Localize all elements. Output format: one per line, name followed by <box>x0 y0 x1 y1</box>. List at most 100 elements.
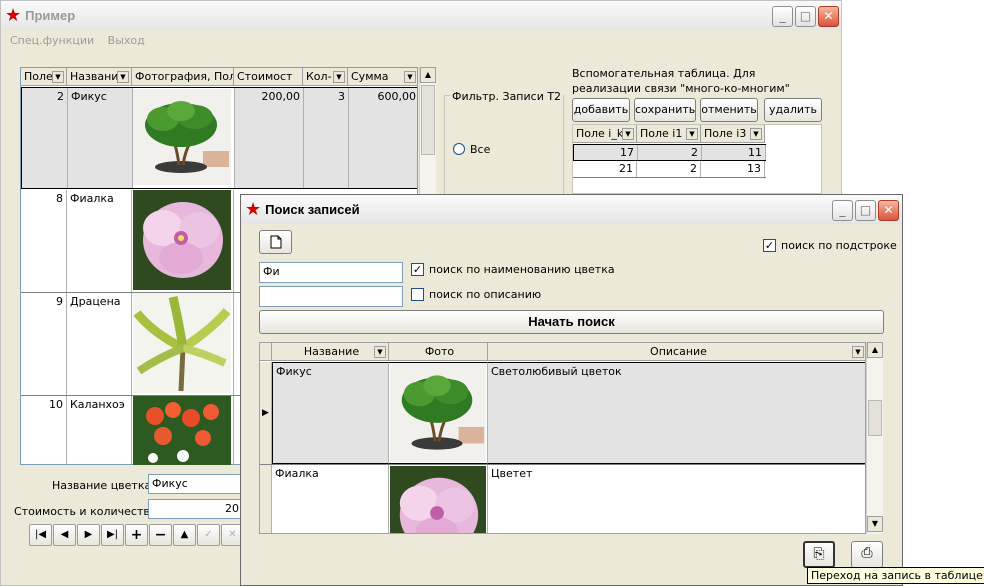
dialog-maximize-button[interactable]: □ <box>855 200 876 221</box>
search-desc-input[interactable] <box>259 286 403 307</box>
table-row[interactable]: Фиалка Цветет <box>260 465 865 533</box>
substring-label: поиск по подстроке <box>781 239 897 252</box>
results-scroll-thumb[interactable] <box>868 400 882 436</box>
result-name: Фикус <box>272 362 389 464</box>
row-id: 10 <box>21 396 67 464</box>
goto-tooltip: Переход на запись в таблице Т1 <box>807 567 984 584</box>
name-search-checkbox[interactable]: ✓ <box>411 263 424 276</box>
goto-record-icon: ⎘ <box>813 546 825 562</box>
results-header-name[interactable]: Название ▼ <box>272 343 389 361</box>
first-icon: |◀ <box>34 529 47 540</box>
next-icon: ▶ <box>84 529 93 540</box>
row-id: 9 <box>21 293 67 395</box>
scroll-up-icon[interactable]: ▲ <box>420 67 436 83</box>
aux-header-i3[interactable]: Поле i3 ▼ <box>701 125 765 143</box>
search-titlebar: ★ Поиск записей _ □ ✕ <box>241 195 902 224</box>
flower-name-field[interactable]: Фикус <box>148 474 243 494</box>
results-scrollbar[interactable]: ▲ ▼ <box>866 342 883 534</box>
aux-cell: 2 <box>637 161 701 177</box>
grid-header-id[interactable]: Поле ▼ <box>21 68 67 86</box>
aux-cancel-button[interactable]: отменить <box>700 98 758 122</box>
dropdown-icon[interactable]: ▼ <box>622 128 634 140</box>
scroll-thumb[interactable] <box>421 85 435 155</box>
result-desc: Цветет <box>488 465 865 533</box>
prev-icon: ◀ <box>60 529 69 540</box>
row-name: Фикус <box>68 88 133 188</box>
aux-add-button[interactable]: добавить <box>572 98 630 122</box>
cost-field[interactable]: 20 <box>148 499 243 519</box>
row-sum: 600,00 <box>349 88 417 188</box>
last-record-button[interactable]: ▶| <box>101 524 124 546</box>
aux-delete-button[interactable]: удалить <box>764 98 822 122</box>
search-name-input[interactable]: Фи <box>259 262 403 283</box>
row-id: 8 <box>21 190 67 292</box>
radio-all[interactable] <box>453 143 465 155</box>
results-scroll-up-icon[interactable]: ▲ <box>867 342 883 358</box>
last-icon: ▶| <box>106 529 119 540</box>
row-name: Фиалка <box>67 190 132 292</box>
grid-header-photo[interactable]: Фотография, Поле <box>132 68 234 86</box>
row-cost: 200,00 <box>235 88 304 188</box>
aux-header-ik[interactable]: Поле i_k ▼ <box>573 125 637 143</box>
result-ficus-photo <box>390 363 486 462</box>
dialog-minimize-button[interactable]: _ <box>832 200 853 221</box>
row-indicator: ▶ <box>260 362 272 464</box>
start-search-button[interactable]: Начать поиск <box>259 310 884 334</box>
next-record-button[interactable]: ▶ <box>77 524 100 546</box>
post-record-button[interactable]: ✓ <box>197 524 220 546</box>
print-results-button[interactable]: ⎙ <box>851 541 883 568</box>
dropdown-icon[interactable]: ▼ <box>374 346 386 358</box>
dropdown-icon[interactable]: ▼ <box>686 128 698 140</box>
row-name: Драцена <box>67 293 132 395</box>
desc-search-checkbox[interactable] <box>411 288 424 301</box>
dropdown-icon[interactable]: ▼ <box>117 71 129 83</box>
plus-icon: + <box>130 527 143 543</box>
dialog-star-icon: ★ <box>245 198 262 220</box>
grid-header-qty[interactable]: Кол- ▼ <box>303 68 348 86</box>
aux-cell: 13 <box>701 161 765 177</box>
first-record-button[interactable]: |◀ <box>29 524 52 546</box>
dropdown-icon[interactable]: ▼ <box>852 346 864 358</box>
main-window-title: Пример <box>25 8 76 23</box>
minus-icon: − <box>154 527 167 543</box>
edit-record-button[interactable]: ▲ <box>173 524 196 546</box>
dropdown-icon[interactable]: ▼ <box>333 71 345 83</box>
results-scroll-down-icon[interactable]: ▼ <box>867 516 883 532</box>
row-id: 2 <box>22 88 68 188</box>
menu-exit[interactable]: Выход <box>108 34 145 47</box>
grid-header-cost[interactable]: Стоимост <box>234 68 303 86</box>
current-row-icon: ▶ <box>262 408 269 418</box>
cancel-icon: ✕ <box>228 529 237 540</box>
insert-record-button[interactable]: + <box>125 524 148 546</box>
table-row[interactable]: 17 2 11 <box>573 144 766 161</box>
dropdown-icon[interactable]: ▼ <box>52 71 64 83</box>
substring-checkbox[interactable]: ✓ <box>763 239 776 252</box>
close-button[interactable]: ✕ <box>818 6 839 27</box>
results-header-desc[interactable]: Описание ▼ <box>488 343 865 361</box>
app-star-icon: ★ <box>5 4 22 26</box>
aux-header-i1[interactable]: Поле i1 ▼ <box>637 125 701 143</box>
goto-record-button[interactable]: ⎘ <box>803 541 835 568</box>
aux-grid[interactable]: Поле i_k ▼ Поле i1 ▼ Поле i3 ▼ 17 2 11 21 2… <box>572 124 822 194</box>
grid-header-sum[interactable]: Сумма ▼ <box>348 68 417 86</box>
table-row[interactable]: ▶ Фикус Светолюбивый цветок <box>260 362 865 465</box>
dropdown-icon[interactable]: ▼ <box>404 71 416 83</box>
aux-save-button[interactable]: сохранить <box>634 98 696 122</box>
dialog-close-button[interactable]: ✕ <box>878 200 899 221</box>
dracaena-photo <box>133 293 231 393</box>
grid-header-name[interactable]: Названи ▼ <box>67 68 132 86</box>
delete-record-button[interactable]: − <box>149 524 172 546</box>
flower-name-label: Название цветка: <box>52 479 155 492</box>
new-search-button[interactable] <box>259 230 292 254</box>
prev-record-button[interactable]: ◀ <box>53 524 76 546</box>
maximize-button[interactable]: □ <box>795 6 816 27</box>
search-dialog-title: Поиск записей <box>265 202 360 217</box>
menu-special-functions[interactable]: Спец.функции <box>10 34 94 47</box>
dropdown-icon[interactable]: ▼ <box>750 128 762 140</box>
search-results-grid[interactable]: Название ▼ Фото Описание ▼ ▶ Фикус Светолю… <box>259 342 866 534</box>
results-header-photo[interactable]: Фото <box>389 343 488 361</box>
printer-icon: ⎙ <box>861 545 873 561</box>
table-row[interactable]: 21 2 13 <box>573 161 766 178</box>
aux-cell: 21 <box>573 161 637 177</box>
minimize-button[interactable]: _ <box>772 6 793 27</box>
